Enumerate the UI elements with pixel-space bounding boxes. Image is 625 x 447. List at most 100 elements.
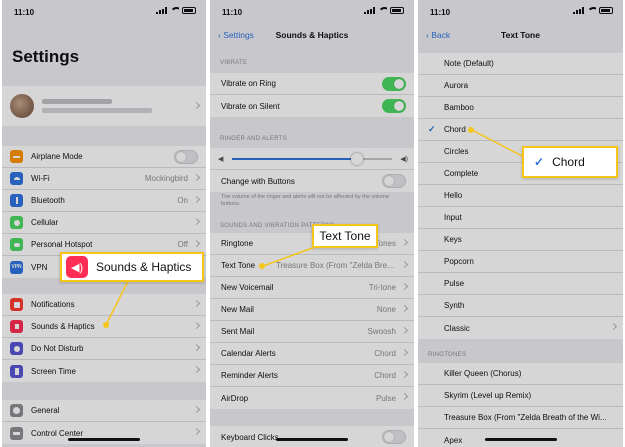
vibrate-on-ring-toggle[interactable] bbox=[382, 77, 406, 91]
tone-row[interactable]: Aurora bbox=[418, 75, 623, 97]
chevron-right-icon bbox=[192, 195, 201, 204]
chevron-right-icon bbox=[192, 321, 201, 330]
row-label: Wi-Fi bbox=[31, 174, 50, 183]
keyboard-clicks-toggle[interactable] bbox=[382, 430, 406, 444]
tone-label: Keys bbox=[444, 235, 462, 244]
apple-id-row[interactable] bbox=[2, 86, 206, 126]
settings-row-cellular[interactable]: Cellular bbox=[2, 212, 206, 234]
tone-row[interactable]: Popcorn bbox=[418, 251, 623, 273]
status-bar: 11:10 bbox=[2, 0, 206, 24]
battery-icon bbox=[599, 7, 613, 14]
settings-row-wifi[interactable]: Wi-Fi Mockingbird bbox=[2, 168, 206, 190]
settings-row-airplane-mode[interactable]: Airplane Mode bbox=[2, 146, 206, 168]
sound-row-text-tone[interactable]: Text Tone Treasure Box (From "Zelda Breat… bbox=[210, 255, 414, 277]
row-label: Do Not Disturb bbox=[31, 344, 84, 353]
chevron-right-icon bbox=[400, 370, 409, 379]
speaker-icon bbox=[10, 320, 23, 333]
chevron-right-icon bbox=[192, 217, 201, 226]
wifi-icon bbox=[170, 7, 179, 14]
slider-thumb[interactable] bbox=[350, 153, 363, 165]
chevron-right-icon bbox=[400, 238, 409, 247]
chevron-right-icon bbox=[192, 173, 201, 182]
row-label: Calendar Alerts bbox=[221, 349, 276, 358]
change-with-buttons-toggle[interactable] bbox=[382, 174, 406, 188]
ringer-group: ◀ ◀) Change with Buttons bbox=[210, 148, 414, 192]
row-label: Vibrate on Ring bbox=[221, 79, 276, 88]
chevron-right-icon bbox=[400, 260, 409, 269]
moon-icon bbox=[10, 342, 23, 355]
nav-bar: ‹ Settings Sounds & Haptics bbox=[210, 24, 414, 46]
tone-row[interactable]: Bamboo bbox=[418, 97, 623, 119]
settings-row-general[interactable]: General bbox=[2, 400, 206, 422]
callout-label: Text Tone bbox=[319, 229, 371, 243]
callout-label: Chord bbox=[552, 155, 585, 169]
ringer-volume-row: ◀ ◀) bbox=[210, 148, 414, 170]
sound-row-airdrop[interactable]: AirDrop Pulse bbox=[210, 387, 414, 409]
settings-row-do-not-disturb[interactable]: Do Not Disturb bbox=[2, 338, 206, 360]
status-bar: 11:10 bbox=[418, 0, 623, 24]
row-label: AirDrop bbox=[221, 393, 249, 403]
status-time: 11:10 bbox=[14, 8, 35, 17]
tone-row[interactable]: Input bbox=[418, 207, 623, 229]
tone-row[interactable]: Note (Default) bbox=[418, 53, 623, 75]
vibrate-on-ring-row: Vibrate on Ring bbox=[210, 73, 414, 95]
nav-title: Text Tone bbox=[501, 30, 540, 40]
row-label: Text Tone bbox=[221, 261, 256, 270]
tones-group: Note (Default) Aurora Bamboo ✓ Chord Circ… bbox=[418, 53, 623, 339]
ringtone-row[interactable]: Treasure Box (From "Zelda Breath of the … bbox=[418, 407, 623, 429]
row-value: None bbox=[376, 305, 396, 314]
row-label: VPN bbox=[31, 262, 48, 272]
keyboard-clicks-group: Keyboard Clicks bbox=[210, 426, 414, 447]
tone-row[interactable]: Hello bbox=[418, 185, 623, 207]
vibrate-on-silent-row: Vibrate on Silent bbox=[210, 95, 414, 117]
settings-row-bluetooth[interactable]: Bluetooth On bbox=[2, 190, 206, 212]
row-label: Cellular bbox=[31, 218, 59, 227]
chevron-right-icon bbox=[400, 282, 409, 291]
chevron-right-icon bbox=[192, 239, 201, 248]
speaker-high-icon: ◀) bbox=[400, 155, 408, 163]
sound-row-new-mail[interactable]: New Mail None bbox=[210, 299, 414, 321]
sound-row-sent-mail[interactable]: Sent Mail Swoosh bbox=[210, 321, 414, 343]
chevron-right-icon bbox=[609, 322, 618, 331]
apple-id-blurred-text bbox=[42, 99, 206, 113]
home-indicator bbox=[484, 438, 557, 441]
tone-row[interactable]: Pulse bbox=[418, 273, 623, 295]
settings-row-screen-time[interactable]: Screen Time bbox=[2, 360, 206, 382]
tone-row-classic[interactable]: Classic bbox=[418, 317, 623, 339]
sound-row-new-voicemail[interactable]: New Voicemail Tri-tone bbox=[210, 277, 414, 299]
vibrate-on-silent-toggle[interactable] bbox=[382, 99, 406, 113]
callout-dot-chord bbox=[468, 127, 474, 133]
row-label: General bbox=[31, 406, 60, 415]
section-header-vibrate: VIBRATE bbox=[220, 60, 248, 66]
tone-label: Note (Default) bbox=[444, 59, 494, 68]
speaker-icon: ◀) bbox=[66, 256, 88, 278]
sound-row-calendar-alerts[interactable]: Calendar Alerts Chord bbox=[210, 343, 414, 365]
tone-label: Complete bbox=[444, 169, 479, 178]
avatar bbox=[10, 94, 34, 118]
tone-row-selected[interactable]: ✓ Chord bbox=[418, 119, 623, 141]
callout-text-tone: Text Tone bbox=[312, 224, 378, 248]
tone-label: Popcorn bbox=[444, 257, 474, 266]
hourglass-icon bbox=[10, 364, 23, 378]
callout-label: Sounds & Haptics bbox=[96, 260, 192, 274]
battery-icon bbox=[390, 7, 404, 14]
status-bar: 11:10 bbox=[210, 0, 414, 24]
tone-row[interactable]: Keys bbox=[418, 229, 623, 251]
sound-row-reminder-alerts[interactable]: Reminder Alerts Chord bbox=[210, 365, 414, 387]
airplane-mode-toggle[interactable] bbox=[174, 150, 198, 164]
row-value: Chord bbox=[374, 371, 396, 380]
ringtone-label: Apex bbox=[444, 435, 463, 445]
home-indicator bbox=[68, 438, 140, 441]
apple-id-group bbox=[2, 86, 206, 126]
row-value: Pulse bbox=[375, 393, 396, 403]
ringtone-row[interactable]: Skyrim (Level up Remix) bbox=[418, 385, 623, 407]
chevron-right-icon bbox=[400, 326, 409, 335]
settings-row-notifications[interactable]: Notifications bbox=[2, 294, 206, 316]
tone-row[interactable]: Synth bbox=[418, 295, 623, 317]
tone-label: Aurora bbox=[444, 81, 469, 90]
tone-label: Pulse bbox=[444, 279, 465, 288]
ringer-volume-slider[interactable] bbox=[232, 153, 392, 165]
ringtone-row[interactable]: Killer Queen (Chorus) bbox=[418, 363, 623, 385]
notifications-icon bbox=[10, 298, 23, 311]
ringtones-group: Killer Queen (Chorus) Skyrim (Level up R… bbox=[418, 363, 623, 447]
